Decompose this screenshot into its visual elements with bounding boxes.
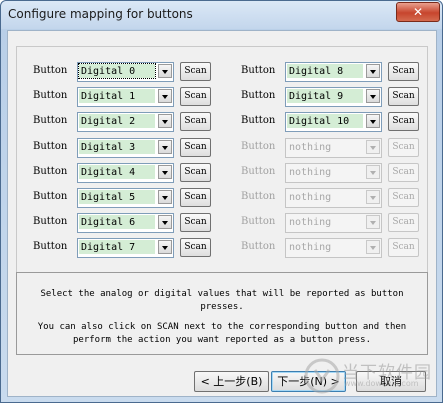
- watermark-logo-icon: [304, 358, 340, 394]
- mapping-dropdown[interactable]: nothing: [285, 162, 382, 183]
- title-bar[interactable]: Configure mapping for buttons ✕: [1, 1, 442, 29]
- mapping-row: Button nothing Scan: [17, 188, 427, 208]
- help-line-3: You can also click on SCAN next to the c…: [37, 322, 407, 332]
- mapping-dropdown[interactable]: nothing: [285, 238, 382, 259]
- scan-button[interactable]: Scan: [388, 188, 419, 207]
- mapping-dropdown[interactable]: Digital 10: [285, 112, 382, 133]
- dialog-window: Configure mapping for buttons ✕ Button Di…: [0, 0, 443, 403]
- help-line-1: Select the analog or digital values that…: [40, 289, 404, 299]
- button-label: Button: [241, 216, 276, 228]
- scan-button[interactable]: Scan: [388, 87, 419, 107]
- button-label: Button: [241, 140, 276, 152]
- close-button[interactable]: ✕: [396, 2, 440, 22]
- scan-button[interactable]: Scan: [388, 112, 419, 132]
- chevron-down-icon[interactable]: [366, 89, 380, 104]
- mapping-row: Button nothing Scan: [17, 238, 427, 259]
- chevron-down-icon[interactable]: [366, 190, 380, 204]
- mapping-row: Button Digital 8 Scan: [17, 62, 427, 82]
- chevron-down-icon[interactable]: [366, 164, 380, 179]
- help-line-4: perform the action you want reported as …: [72, 335, 371, 345]
- mapping-dropdown[interactable]: Digital 8: [285, 62, 382, 82]
- scan-button[interactable]: Scan: [388, 62, 419, 81]
- dialog-client-area: Button Digital 0 Scan Button Digital 1 Scan Bu…: [7, 30, 437, 397]
- button-label: Button: [241, 90, 276, 102]
- scan-button[interactable]: Scan: [388, 238, 419, 258]
- watermark-logo: 当下软件园 www.downxia.com: [304, 356, 432, 396]
- window-title: Configure mapping for buttons: [8, 7, 193, 21]
- mapping-dropdown[interactable]: nothing: [285, 188, 382, 208]
- close-icon: ✕: [412, 5, 424, 19]
- mapping-row: Button nothing Scan: [17, 213, 427, 234]
- help-line-2: presses.: [200, 302, 244, 312]
- dropdown-value: Digital 10: [287, 114, 363, 129]
- button-mapping-group: Button Digital 0 Scan Button Digital 1 Scan Bu…: [16, 46, 428, 276]
- chevron-down-icon[interactable]: [366, 139, 380, 154]
- mapping-dropdown[interactable]: Digital 9: [285, 87, 382, 108]
- back-button[interactable]: < 上一步(B): [194, 371, 269, 392]
- dropdown-value: nothing: [287, 190, 363, 204]
- mapping-row: Button nothing Scan: [17, 162, 427, 183]
- dropdown-value: nothing: [287, 164, 363, 179]
- mapping-dropdown[interactable]: nothing: [285, 137, 382, 158]
- mapping-dropdown[interactable]: nothing: [285, 213, 382, 234]
- watermark-text-en: www.downxia.com: [344, 379, 419, 388]
- dropdown-value: nothing: [287, 215, 363, 230]
- button-label: Button: [241, 115, 276, 127]
- mapping-row: Button nothing Scan: [17, 137, 427, 158]
- button-label: Button: [241, 241, 276, 253]
- scan-button[interactable]: Scan: [388, 213, 419, 233]
- button-label: Button: [241, 191, 276, 202]
- scan-button[interactable]: Scan: [388, 162, 419, 182]
- chevron-down-icon[interactable]: [366, 240, 380, 255]
- chevron-down-icon[interactable]: [366, 215, 380, 230]
- dropdown-value: nothing: [287, 240, 363, 255]
- dropdown-value: nothing: [287, 139, 363, 154]
- button-label: Button: [241, 165, 276, 177]
- mapping-row: Button Digital 10 Scan: [17, 112, 427, 133]
- dropdown-value: Digital 8: [287, 64, 363, 78]
- help-text-box: Select the analog or digital values that…: [16, 272, 428, 355]
- chevron-down-icon[interactable]: [366, 114, 380, 129]
- chevron-down-icon[interactable]: [366, 64, 380, 78]
- mapping-row: Button Digital 9 Scan: [17, 87, 427, 108]
- scan-button[interactable]: Scan: [388, 137, 419, 157]
- button-label: Button: [241, 65, 276, 76]
- dropdown-value: Digital 9: [287, 89, 363, 104]
